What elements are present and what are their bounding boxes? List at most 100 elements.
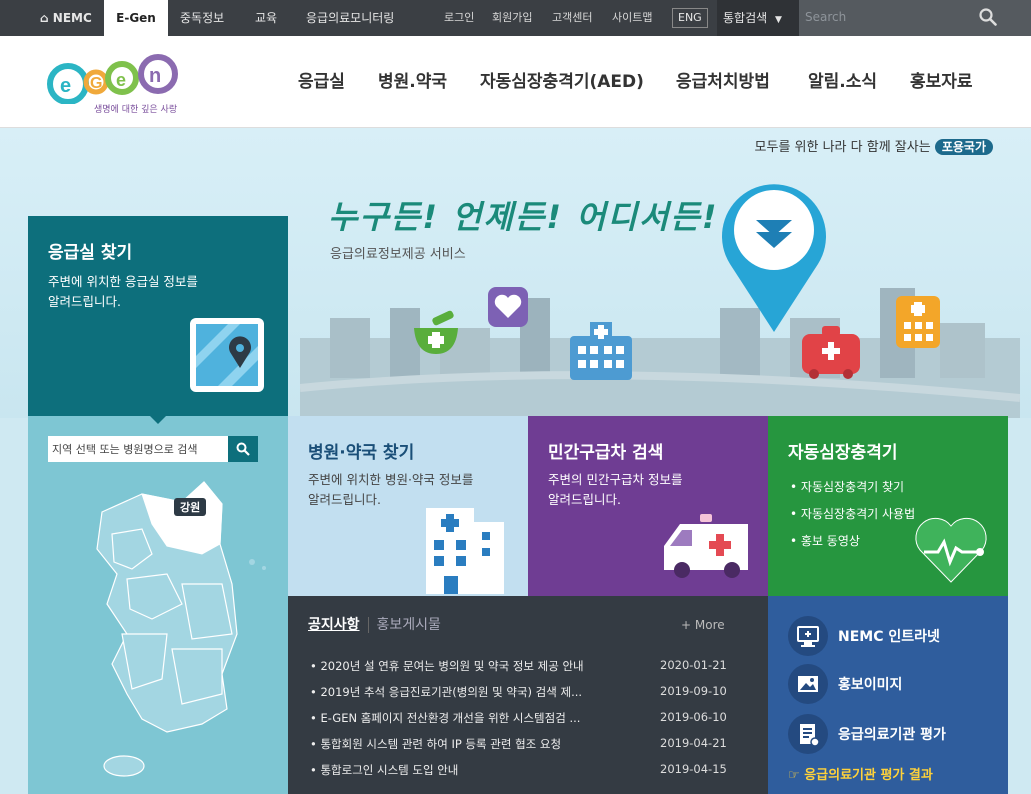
- notice-row[interactable]: • 2019년 추석 응급진료기관(병의원 및 약국) 검색 제... 2019…: [310, 680, 730, 706]
- tile-aed: 자동심장충격기 • 자동심장충격기 찾기 • 자동심장충격기 사용법 • 홍보 …: [768, 416, 1008, 596]
- amb-tile-title: 민간구급차 검색: [548, 443, 664, 463]
- aed-find-link[interactable]: • 자동심장충격기 찾기: [790, 474, 915, 501]
- monitor-icon: [788, 616, 828, 656]
- tab-notice[interactable]: 공지사항: [308, 617, 360, 633]
- aed-find-label: 자동심장충격기 찾기: [800, 480, 905, 494]
- region-search-input[interactable]: [48, 436, 228, 462]
- egen-logo-mark: e e n G: [47, 54, 178, 105]
- evaluation-result-label: 응급의료기관 평가 결과: [804, 768, 933, 783]
- er-tile-desc-1: 주변에 위치한 응급실 정보를: [48, 274, 198, 289]
- search-icon: [236, 442, 250, 456]
- aed-howto-link[interactable]: • 자동심장충격기 사용법: [790, 501, 915, 528]
- notice-list: • 2020년 설 연휴 문여는 병의원 및 약국 정보 제공 안내 2020-…: [310, 654, 730, 784]
- nav-emergency-room[interactable]: 응급실: [298, 36, 345, 128]
- hosp-tile-desc-1: 주변에 위치한 병원·약국 정보를: [308, 472, 474, 487]
- ambulance-icon: [664, 514, 748, 578]
- notice-title-text: 2019년 추석 응급진료기관(병의원 및 약국) 검색 제...: [320, 685, 583, 699]
- menu-emergency-monitoring[interactable]: 응급의료모니터링: [306, 0, 394, 36]
- notice-row[interactable]: • E-GEN 홈페이지 전산환경 개선을 위한 시스템점검 ... 2019-…: [310, 706, 730, 732]
- site-header: e e n G 생명에 대한 깊은 사랑 응급실 병원.약국 자동심장충격기(A…: [0, 36, 1031, 128]
- eng-button[interactable]: ENG: [672, 8, 708, 28]
- nav-aed[interactable]: 자동심장충격기(AED): [480, 36, 644, 128]
- plus-icon: +: [681, 618, 692, 632]
- notice-board: 공지사항 홍보게시물 + More • 2020년 설 연휴 문여는 병의원 및 …: [288, 596, 768, 794]
- document-icon: [788, 714, 828, 754]
- sitemap-link[interactable]: 사이트맵: [612, 0, 652, 36]
- signup-link[interactable]: 회원가입: [492, 0, 532, 36]
- notice-date: 2019-06-10: [660, 710, 727, 724]
- notice-title-text: 통합로그인 시스템 도입 안내: [320, 763, 459, 777]
- top-bar: ⌂ NEMC E-Gen 중독정보 교육 응급의료모니터링 로그인 회원가입 고…: [0, 0, 1031, 36]
- search-icon[interactable]: [979, 8, 997, 26]
- nav-hospital-pharmacy[interactable]: 병원.약국: [378, 36, 447, 128]
- notice-title: • 통합회원 시스템 관련 하여 IP 등록 관련 협조 요청: [310, 737, 562, 751]
- nemc-link[interactable]: ⌂ NEMC: [40, 0, 92, 36]
- notice-title-text: 2020년 설 연휴 문여는 병의원 및 약국 정보 제공 안내: [320, 659, 584, 673]
- notice-date: 2020-01-21: [660, 658, 727, 672]
- notice-title-text: 통합회원 시스템 관련 하여 IP 등록 관련 협조 요청: [320, 737, 562, 751]
- login-link[interactable]: 로그인: [444, 0, 474, 36]
- heart-defib-icon: [488, 287, 528, 327]
- customer-center-link[interactable]: 고객센터: [552, 0, 592, 36]
- amb-tile-desc-1: 주변의 민간구급차 정보를: [548, 472, 683, 487]
- slogan-text: 모두를 위한 나라 다 함께 잘사는: [754, 140, 931, 155]
- korea-map[interactable]: [72, 474, 272, 784]
- ambulance-small-icon: [802, 326, 860, 379]
- more-label: More: [694, 618, 725, 632]
- hosp-tile-title: 병원·약국 찾기: [308, 443, 415, 463]
- location-pin-icon[interactable]: [712, 172, 836, 337]
- menu-education[interactable]: 교육: [255, 0, 277, 36]
- pharmacy-building-icon: [896, 296, 940, 348]
- more-link[interactable]: + More: [681, 618, 725, 632]
- pointing-hand-icon: ☞: [788, 768, 800, 783]
- heart-pulse-icon: [915, 517, 987, 583]
- quick-links: NEMC 인트라넷 홍보이미지 응급의료기관 평가 ☞ 응급의료기관 평가 결과: [768, 596, 1008, 794]
- hospital-icon: [426, 508, 504, 594]
- slogan: 모두를 위한 나라 다 함께 잘사는 포용국가: [755, 136, 993, 155]
- nemc-label: NEMC: [52, 11, 92, 25]
- top-search-input[interactable]: [805, 6, 975, 28]
- evaluation-result-link[interactable]: ☞ 응급의료기관 평가 결과: [788, 764, 933, 783]
- svg-text:n: n: [149, 65, 161, 87]
- tile-region-map: 강원: [28, 414, 288, 794]
- nav-news[interactable]: 알림.소식: [808, 36, 877, 128]
- tile-private-ambulance[interactable]: 민간구급차 검색 주변의 민간구급차 정보를 알려드립니다.: [528, 416, 768, 596]
- top-search: [799, 0, 1031, 36]
- tile-find-er[interactable]: 응급실 찾기 주변에 위치한 응급실 정보를 알려드립니다.: [28, 216, 288, 416]
- notice-title: • 통합로그인 시스템 도입 안내: [310, 763, 459, 777]
- total-search-label: 통합검색: [723, 11, 768, 25]
- aed-video-link[interactable]: • 홍보 동영상: [790, 528, 915, 555]
- nav-first-aid[interactable]: 응급처치방법: [676, 36, 770, 128]
- notice-row[interactable]: • 통합로그인 시스템 도입 안내 2019-04-15: [310, 758, 730, 784]
- amb-tile-desc-2: 알려드립니다.: [548, 492, 621, 507]
- svg-text:e: e: [116, 70, 126, 90]
- notice-title: • E-GEN 홈페이지 전산환경 개선을 위한 시스템점검 ...: [310, 711, 581, 725]
- tab-promo-posts[interactable]: 홍보게시물: [367, 617, 441, 633]
- nav-promotion[interactable]: 홍보자료: [910, 36, 973, 128]
- pharmacy-bowl-icon: [414, 310, 458, 354]
- er-evaluation-label: 응급의료기관 평가: [838, 727, 946, 743]
- promo-image-label: 홍보이미지: [838, 677, 903, 693]
- hospital-building-icon: [570, 322, 632, 380]
- notice-row[interactable]: • 통합회원 시스템 관련 하여 IP 등록 관련 협조 요청 2019-04-…: [310, 732, 730, 758]
- region-gangwon-label: 강원: [174, 498, 207, 516]
- caret-down-icon: ▼: [775, 15, 782, 25]
- pointer-notch: [148, 414, 168, 424]
- total-search-dropdown[interactable]: 통합검색 ▼: [717, 0, 799, 36]
- logo-subtitle: 생명에 대한 깊은 사랑: [94, 105, 178, 115]
- menu-poison-info[interactable]: 중독정보: [180, 0, 224, 36]
- nemc-intranet-label: NEMC 인트라넷: [838, 629, 940, 645]
- notice-title: • 2020년 설 연휴 문여는 병의원 및 약국 정보 제공 안내: [310, 659, 584, 673]
- home-icon: ⌂: [40, 11, 49, 25]
- notice-row[interactable]: • 2020년 설 연휴 문여는 병의원 및 약국 정보 제공 안내 2020-…: [310, 654, 730, 680]
- photo-icon: [788, 664, 828, 704]
- slogan-tag: 포용국가: [934, 139, 993, 155]
- notice-date: 2019-09-10: [660, 684, 727, 698]
- egen-tab[interactable]: E-Gen: [104, 0, 168, 36]
- region-search-button[interactable]: [228, 436, 258, 462]
- hero-subtitle: 응급의료정보제공 서비스: [330, 247, 466, 262]
- notice-date: 2019-04-15: [660, 762, 727, 776]
- hosp-tile-desc-2: 알려드립니다.: [308, 492, 381, 507]
- tile-hospital-pharmacy[interactable]: 병원·약국 찾기 주변에 위치한 병원·약국 정보를 알려드립니다.: [288, 416, 528, 596]
- hero-title: 누구든! 언제든! 어디서든!: [328, 198, 719, 236]
